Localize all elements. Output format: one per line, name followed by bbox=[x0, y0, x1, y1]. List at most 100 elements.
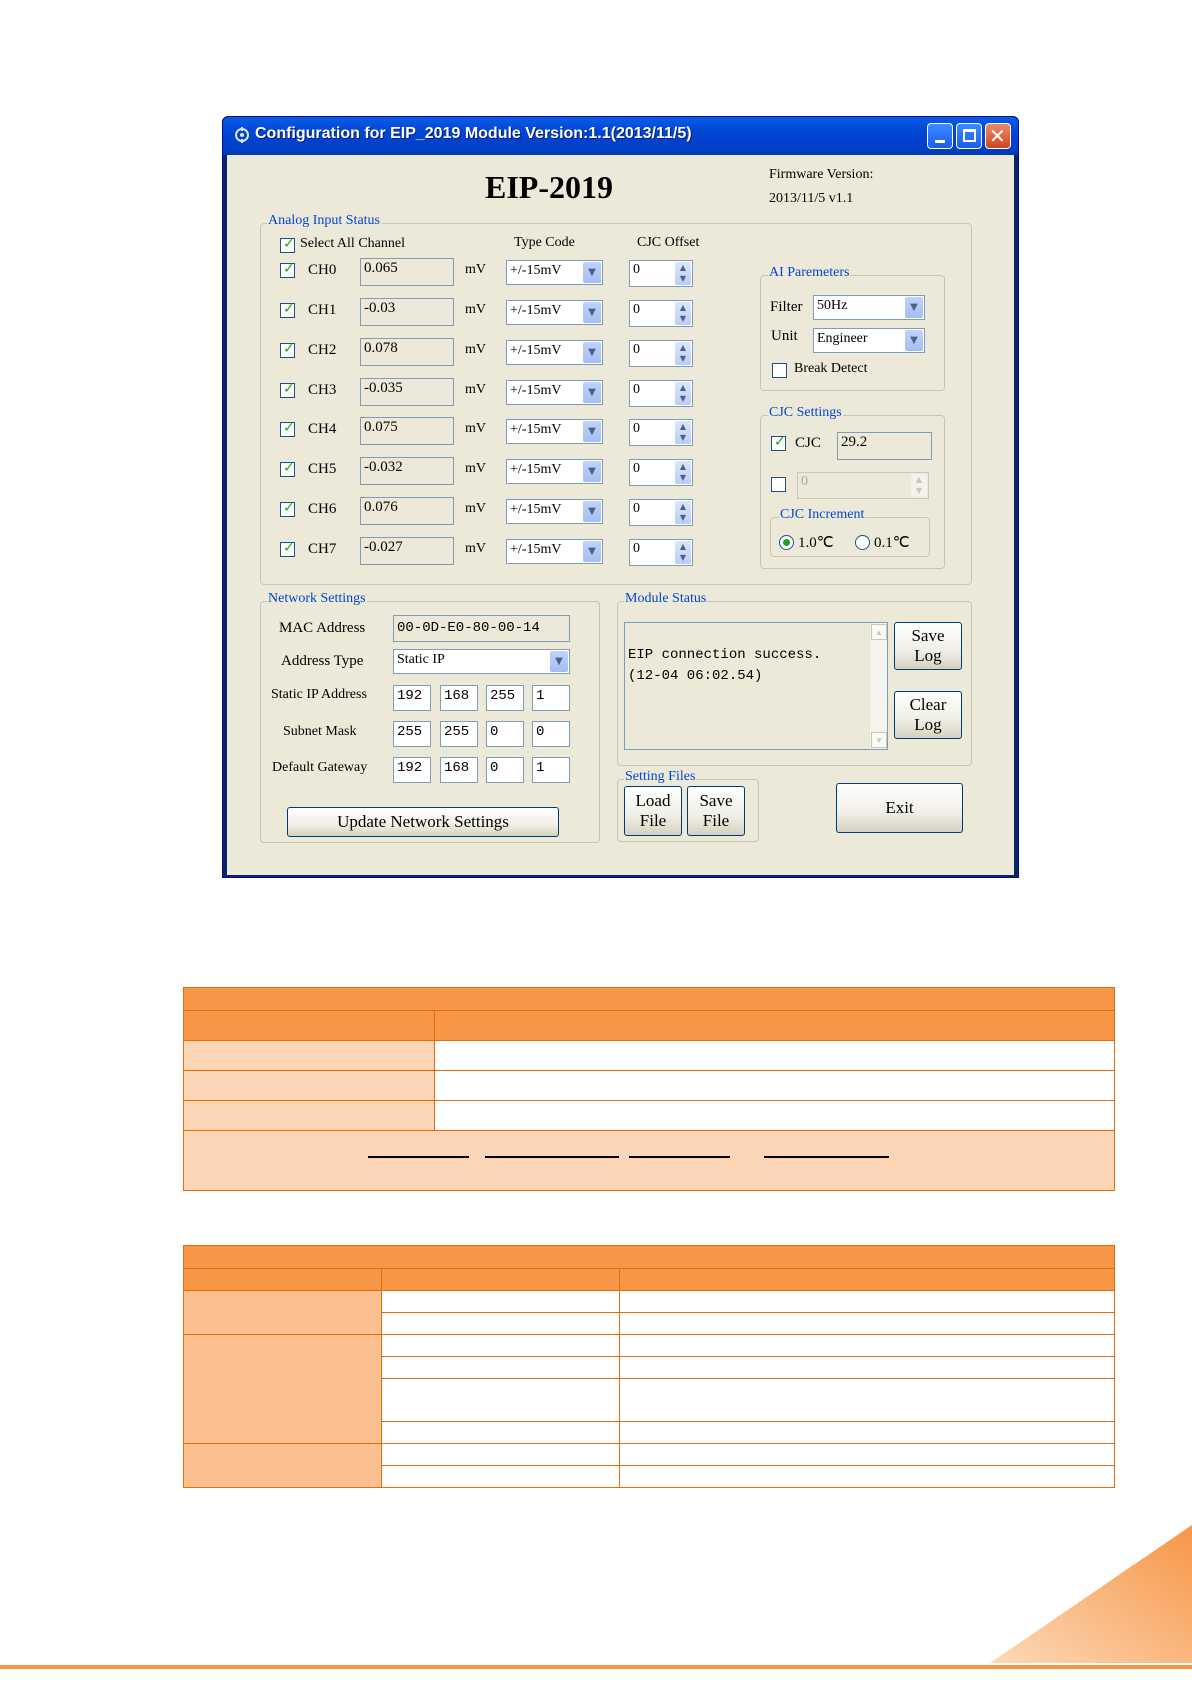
minimize-button[interactable] bbox=[927, 123, 953, 149]
gw-octet-field[interactable]: 168 bbox=[440, 757, 478, 783]
firmware-label: Firmware Version: bbox=[769, 167, 874, 182]
underline-link-2[interactable] bbox=[485, 1156, 619, 1158]
channel-checkbox[interactable]: ✓ bbox=[280, 381, 295, 398]
increment-1-radio[interactable] bbox=[779, 535, 794, 550]
ip-octet-field[interactable]: 255 bbox=[486, 685, 524, 711]
address-type-dropdown[interactable]: Static IP ▼ bbox=[393, 649, 570, 674]
table-2-group-cell bbox=[183, 1334, 382, 1444]
underline-link-1[interactable] bbox=[368, 1156, 469, 1158]
break-detect-label: Break Detect bbox=[794, 361, 868, 376]
cjc-offset-spinner[interactable]: 0 ▲ ▼ bbox=[797, 472, 929, 499]
channel-checkbox[interactable]: ✓ bbox=[280, 341, 295, 358]
save-file-button[interactable]: Save File bbox=[687, 786, 745, 836]
cjc-offset-spinner[interactable]: 0 ▲ ▼ bbox=[629, 300, 693, 327]
table-2-cell bbox=[381, 1290, 620, 1313]
clear-log-button[interactable]: Clear Log bbox=[894, 691, 962, 739]
table-2-title-row bbox=[183, 1245, 1115, 1269]
channel-label: CH3 bbox=[308, 382, 337, 398]
type-code-dropdown[interactable]: +/-15mV ▼ bbox=[506, 539, 603, 564]
network-settings-group-title: Network Settings bbox=[267, 591, 367, 607]
channel-value-field[interactable]: 0.078 bbox=[360, 338, 454, 366]
save-log-button[interactable]: Save Log bbox=[894, 622, 962, 670]
channel-checkbox[interactable]: ✓ bbox=[280, 301, 295, 318]
type-code-dropdown[interactable]: +/-15mV ▼ bbox=[506, 419, 603, 444]
cjc-offset-checkbox[interactable] bbox=[771, 477, 786, 492]
ip-octet-field[interactable]: 1 bbox=[532, 685, 570, 711]
table-2-cell bbox=[381, 1378, 620, 1422]
table-1-cell bbox=[183, 1040, 435, 1071]
log-scrollbar[interactable]: ▲ ▼ bbox=[869, 623, 887, 749]
channel-label: CH1 bbox=[308, 302, 337, 318]
channel-checkbox[interactable]: ✓ bbox=[280, 540, 295, 557]
ip-octet-field[interactable]: 192 bbox=[393, 685, 431, 711]
cjc-value-field[interactable]: 29.2 bbox=[837, 432, 932, 460]
ip-octet-field[interactable]: 168 bbox=[440, 685, 478, 711]
cjc-settings-group-title: CJC Settings bbox=[768, 405, 843, 421]
type-code-dropdown[interactable]: +/-15mV ▼ bbox=[506, 300, 603, 325]
address-type-label: Address Type bbox=[281, 653, 364, 669]
cjc-offset-spinner[interactable]: 0 ▲ ▼ bbox=[629, 539, 693, 566]
break-detect-checkbox[interactable] bbox=[772, 363, 787, 378]
table-2-cell bbox=[619, 1465, 1115, 1488]
type-code-dropdown[interactable]: +/-15mV ▼ bbox=[506, 380, 603, 405]
channel-value-field[interactable]: -0.03 bbox=[360, 298, 454, 326]
type-code-value: +/-15mV bbox=[510, 422, 562, 437]
log-line-2: (12-04 06:02.54) bbox=[628, 668, 763, 684]
update-network-settings-button[interactable]: Update Network Settings bbox=[287, 807, 559, 837]
scroll-up-icon[interactable]: ▲ bbox=[871, 624, 887, 640]
mask-octet-field[interactable]: 255 bbox=[393, 721, 431, 747]
cjc-offset-spinner[interactable]: 0 ▲ ▼ bbox=[629, 260, 693, 287]
channel-value-field[interactable]: 0.076 bbox=[360, 497, 454, 525]
app-icon bbox=[235, 127, 249, 143]
table-2-cell bbox=[381, 1443, 620, 1466]
title-bar[interactable]: Configuration for EIP_2019 Module Versio… bbox=[223, 117, 1018, 155]
spinner-arrows-icon: ▲ ▼ bbox=[675, 421, 691, 444]
mask-octet-field[interactable]: 255 bbox=[440, 721, 478, 747]
filter-dropdown[interactable]: 50Hz ▼ bbox=[813, 295, 925, 320]
type-code-value: +/-15mV bbox=[510, 502, 562, 517]
mask-octet-field[interactable]: 0 bbox=[486, 721, 524, 747]
mac-address-field[interactable]: 00-0D-E0-80-00-14 bbox=[393, 615, 570, 642]
type-code-dropdown[interactable]: +/-15mV ▼ bbox=[506, 499, 603, 524]
spinner-arrows-icon: ▲ ▼ bbox=[911, 474, 927, 497]
type-code-dropdown[interactable]: +/-15mV ▼ bbox=[506, 459, 603, 484]
cjc-checkbox[interactable]: ✓ bbox=[771, 434, 786, 451]
channel-value-field[interactable]: -0.035 bbox=[360, 378, 454, 406]
channel-checkbox[interactable]: ✓ bbox=[280, 500, 295, 517]
load-file-button[interactable]: Load File bbox=[624, 786, 682, 836]
cjc-offset-spinner[interactable]: 0 ▲ ▼ bbox=[629, 419, 693, 446]
gw-octet-field[interactable]: 0 bbox=[486, 757, 524, 783]
spinner-arrows-icon: ▲ ▼ bbox=[675, 382, 691, 405]
table-2-cell bbox=[619, 1290, 1115, 1313]
cjc-offset-spinner[interactable]: 0 ▲ ▼ bbox=[629, 499, 693, 526]
underline-link-4[interactable] bbox=[764, 1156, 889, 1158]
channel-value-field[interactable]: 0.075 bbox=[360, 417, 454, 445]
cjc-offset-spinner[interactable]: 0 ▲ ▼ bbox=[629, 380, 693, 407]
unit-value: Engineer bbox=[817, 331, 868, 346]
type-code-dropdown[interactable]: +/-15mV ▼ bbox=[506, 340, 603, 365]
maximize-button[interactable] bbox=[956, 123, 982, 149]
underline-link-3[interactable] bbox=[629, 1156, 730, 1158]
chevron-down-icon: ▼ bbox=[583, 541, 601, 562]
cjc-offset-spinner[interactable]: 0 ▲ ▼ bbox=[629, 459, 693, 486]
gw-octet-field[interactable]: 192 bbox=[393, 757, 431, 783]
cjc-offset-spinner[interactable]: 0 ▲ ▼ bbox=[629, 340, 693, 367]
channel-checkbox[interactable]: ✓ bbox=[280, 261, 295, 278]
channel-checkbox[interactable]: ✓ bbox=[280, 420, 295, 437]
gw-octet-field[interactable]: 1 bbox=[532, 757, 570, 783]
unit-dropdown[interactable]: Engineer ▼ bbox=[813, 328, 925, 353]
scroll-down-icon[interactable]: ▼ bbox=[871, 732, 887, 748]
close-button[interactable]: ✕ bbox=[985, 123, 1011, 149]
exit-button[interactable]: Exit bbox=[836, 783, 963, 833]
channel-checkbox[interactable]: ✓ bbox=[280, 460, 295, 477]
maximize-icon bbox=[963, 129, 976, 142]
status-log-textarea[interactable]: EIP connection success. (12-04 06:02.54)… bbox=[624, 622, 888, 750]
select-all-checkbox[interactable]: ✓ bbox=[280, 236, 295, 253]
mask-octet-field[interactable]: 0 bbox=[532, 721, 570, 747]
type-code-dropdown[interactable]: +/-15mV ▼ bbox=[506, 260, 603, 285]
channel-value-field[interactable]: -0.027 bbox=[360, 537, 454, 565]
channel-value-field[interactable]: -0.032 bbox=[360, 457, 454, 485]
increment-2-radio[interactable] bbox=[855, 535, 870, 550]
address-type-value: Static IP bbox=[397, 652, 445, 667]
channel-value-field[interactable]: 0.065 bbox=[360, 258, 454, 286]
